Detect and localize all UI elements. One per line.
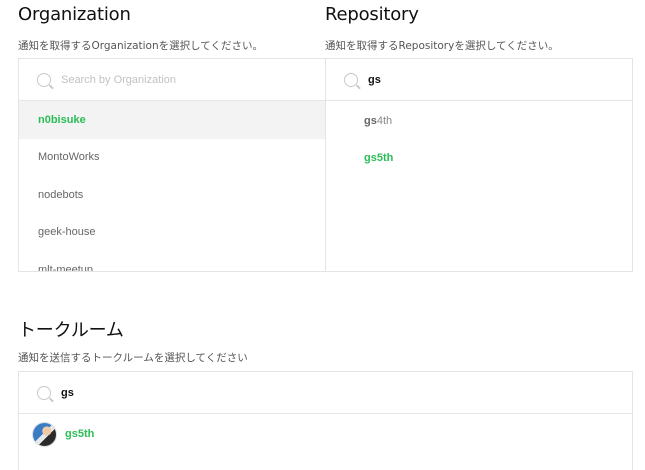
repository-search-row (326, 59, 632, 101)
organization-panel: n0bisuke MontoWorks nodebots geek-house … (18, 58, 326, 272)
repository-description: 通知を取得するRepositoryを選択してください。 (325, 40, 559, 52)
talkroom-heading: トークルーム (18, 320, 124, 341)
talkroom-item-gs5th[interactable]: gs5th (19, 414, 632, 454)
organization-item-montoworks[interactable]: MontoWorks (19, 139, 326, 177)
search-icon (344, 72, 358, 87)
repository-list: gs 4th gs 5th (326, 101, 632, 177)
talkroom-panel: gs5th (18, 371, 633, 470)
talkroom-list: gs5th (19, 414, 632, 454)
user-avatar (32, 421, 57, 447)
organization-item-nodebots[interactable]: nodebots (19, 176, 326, 214)
talkroom-description: 通知を送信するトークルームを選択してください (18, 352, 248, 364)
organization-search-row (19, 59, 326, 101)
organization-item-mlt-meetup[interactable]: mlt-meetup (19, 251, 326, 271)
repository-item-match: gs (364, 114, 377, 127)
organization-item-n0bisuke[interactable]: n0bisuke (19, 101, 326, 139)
repository-search-input[interactable] (368, 73, 588, 86)
search-icon (37, 385, 51, 400)
talkroom-search-row (19, 372, 632, 414)
organization-item-geek-house[interactable]: geek-house (19, 214, 326, 252)
repository-panel: gs4th gs5th (325, 58, 633, 272)
repository-item-rest: 5th (376, 152, 394, 165)
talkroom-item-name: gs5th (65, 428, 95, 440)
repository-item-rest: 4th (376, 114, 393, 127)
organization-description: 通知を取得するOrganizationを選択してください。 (18, 40, 263, 52)
organization-list: n0bisuke MontoWorks nodebots geek-house … (19, 101, 326, 271)
repository-item-match: gs (364, 152, 377, 165)
organization-heading: Organization (18, 4, 131, 25)
repository-item-gs5th[interactable]: gs 5th (326, 140, 632, 178)
organization-search-input[interactable] (61, 73, 281, 86)
repository-item-gs4th[interactable]: gs 4th (326, 102, 632, 140)
talkroom-search-input[interactable] (61, 386, 281, 399)
search-icon (37, 72, 51, 87)
repository-heading: Repository (325, 4, 419, 25)
